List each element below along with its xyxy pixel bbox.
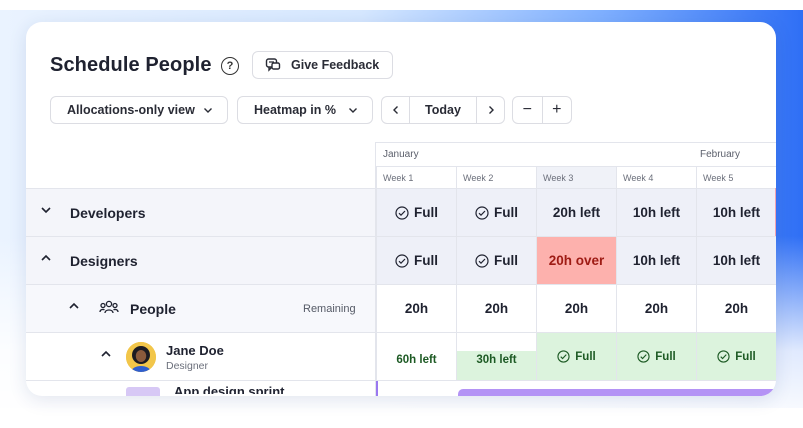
capacity-cell[interactable]: 20h left bbox=[536, 189, 616, 236]
capacity-cell[interactable]: Full bbox=[376, 237, 456, 284]
check-circle-icon bbox=[717, 350, 730, 363]
check-circle-icon bbox=[637, 350, 650, 363]
week-header: Week 1 bbox=[376, 166, 456, 188]
chevron-up-icon[interactable] bbox=[100, 348, 112, 360]
cell-value: 10h left bbox=[632, 253, 681, 268]
chevron-down-icon[interactable] bbox=[40, 204, 52, 216]
cell-value: Full bbox=[655, 350, 676, 363]
cell-value: 20h bbox=[564, 301, 589, 316]
column-divider bbox=[375, 142, 376, 396]
capacity-cell[interactable]: 10h left bbox=[696, 237, 776, 284]
person-role: Designer bbox=[166, 360, 209, 372]
week-header: Week 2 bbox=[456, 166, 536, 188]
zoom-in-button[interactable]: + bbox=[541, 97, 572, 123]
previous-button[interactable] bbox=[382, 97, 409, 123]
schedule-card: Schedule People ? Give Feedback Allocati… bbox=[26, 22, 776, 396]
cell-value: 10h left bbox=[712, 205, 761, 220]
allocation-cell[interactable]: Full bbox=[696, 333, 776, 380]
view-select[interactable]: Allocations-only view bbox=[50, 96, 228, 124]
allocation-cell[interactable]: 60h left bbox=[376, 333, 456, 380]
capacity-cell[interactable]: Full bbox=[456, 237, 536, 284]
check-circle-icon bbox=[395, 205, 409, 220]
give-feedback-button[interactable]: Give Feedback bbox=[252, 51, 393, 79]
give-feedback-label: Give Feedback bbox=[291, 58, 380, 72]
cell-value: Full bbox=[735, 350, 756, 363]
heatmap-select-label: Heatmap in % bbox=[254, 103, 336, 117]
allocation-cell[interactable]: Full bbox=[536, 333, 616, 380]
remaining-cell[interactable]: 20h bbox=[536, 285, 616, 332]
next-button[interactable] bbox=[477, 97, 504, 123]
cell-value: Full bbox=[494, 253, 518, 268]
avatar bbox=[126, 342, 156, 372]
capacity-cell[interactable]: Full bbox=[456, 189, 536, 236]
task-label: App design sprint bbox=[174, 384, 285, 396]
remaining-cell[interactable]: 20h bbox=[456, 285, 536, 332]
allocation-cell[interactable]: Full bbox=[616, 333, 696, 380]
chevron-down-icon bbox=[349, 108, 357, 113]
capacity-cell[interactable]: 10h left bbox=[616, 189, 696, 236]
subgroup-row-people[interactable]: People Remaining 20h 20h 20h 20h 20h bbox=[26, 284, 776, 332]
cell-value: 20h over bbox=[548, 253, 605, 268]
left-header bbox=[26, 142, 375, 188]
cell-value: Full bbox=[414, 205, 438, 220]
page-title: Schedule People bbox=[50, 54, 212, 76]
capacity-cell[interactable]: 10h left bbox=[696, 189, 776, 236]
capacity-cell[interactable]: Full bbox=[376, 189, 456, 236]
check-circle-icon bbox=[395, 253, 409, 268]
cell-value: 30h left bbox=[476, 353, 517, 366]
task-color-swatch bbox=[126, 387, 160, 396]
remaining-label: Remaining bbox=[303, 302, 356, 315]
chevron-up-icon[interactable] bbox=[68, 300, 80, 312]
capacity-cell-over[interactable]: 20h over bbox=[536, 237, 616, 284]
chevron-up-icon[interactable] bbox=[40, 252, 52, 264]
check-circle-icon bbox=[557, 350, 570, 363]
schedule-grid: January February Week 1 Week 2 Week 3 We… bbox=[26, 142, 776, 396]
help-icon[interactable]: ? bbox=[221, 57, 239, 75]
cell-value: 10h left bbox=[632, 205, 681, 220]
zoom-out-button[interactable]: − bbox=[513, 97, 542, 123]
check-circle-icon bbox=[475, 205, 489, 220]
week-header: Week 3 bbox=[536, 166, 616, 188]
view-select-label: Allocations-only view bbox=[67, 103, 195, 117]
check-circle-icon bbox=[475, 253, 489, 268]
month-label: January bbox=[383, 149, 419, 160]
heatmap-select[interactable]: Heatmap in % bbox=[237, 96, 373, 124]
cell-value: Full bbox=[494, 205, 518, 220]
group-row-developers[interactable]: Developers Full Full 20h left 10h left 1… bbox=[26, 188, 776, 236]
date-navigation: Today bbox=[381, 96, 505, 124]
today-button[interactable]: Today bbox=[409, 97, 477, 123]
chevron-left-icon bbox=[392, 106, 398, 114]
group-label: Developers bbox=[70, 204, 146, 221]
subgroup-label: People bbox=[130, 300, 176, 317]
group-row-designers[interactable]: Designers Full Full 20h over 10h left 10… bbox=[26, 236, 776, 284]
remaining-cell[interactable]: 20h bbox=[376, 285, 456, 332]
cell-value: 20h bbox=[724, 301, 749, 316]
person-name: Jane Doe bbox=[166, 343, 224, 358]
remaining-cell[interactable]: 20h bbox=[696, 285, 776, 332]
person-row-jane-doe[interactable]: Jane Doe Designer 60h left 30h left Full… bbox=[26, 332, 776, 380]
allocation-cell[interactable]: 30h left bbox=[456, 333, 536, 380]
cell-value: Full bbox=[414, 253, 438, 268]
people-icon bbox=[99, 300, 119, 314]
capacity-cell[interactable]: 10h left bbox=[616, 237, 696, 284]
week-header: Week 4 bbox=[616, 166, 696, 188]
cell-value: 20h bbox=[484, 301, 509, 316]
cell-value: 10h left bbox=[712, 253, 761, 268]
cell-value: 20h bbox=[404, 301, 429, 316]
row-accent bbox=[775, 188, 776, 236]
cell-value: 60h left bbox=[396, 353, 437, 366]
zoom-controls: − + bbox=[512, 96, 572, 124]
chevron-down-icon bbox=[204, 108, 212, 113]
task-row[interactable]: App design sprint bbox=[26, 380, 776, 396]
group-label: Designers bbox=[70, 252, 138, 269]
cell-value: 20h bbox=[644, 301, 669, 316]
cell-value: 20h left bbox=[552, 205, 601, 220]
cell-value: Full bbox=[575, 350, 596, 363]
task-bar[interactable] bbox=[458, 389, 776, 396]
chevron-right-icon bbox=[488, 106, 494, 114]
remaining-cell[interactable]: 20h bbox=[616, 285, 696, 332]
feedback-icon bbox=[265, 58, 281, 72]
week-header: Week 5 bbox=[696, 166, 776, 188]
month-label: February bbox=[700, 149, 741, 160]
